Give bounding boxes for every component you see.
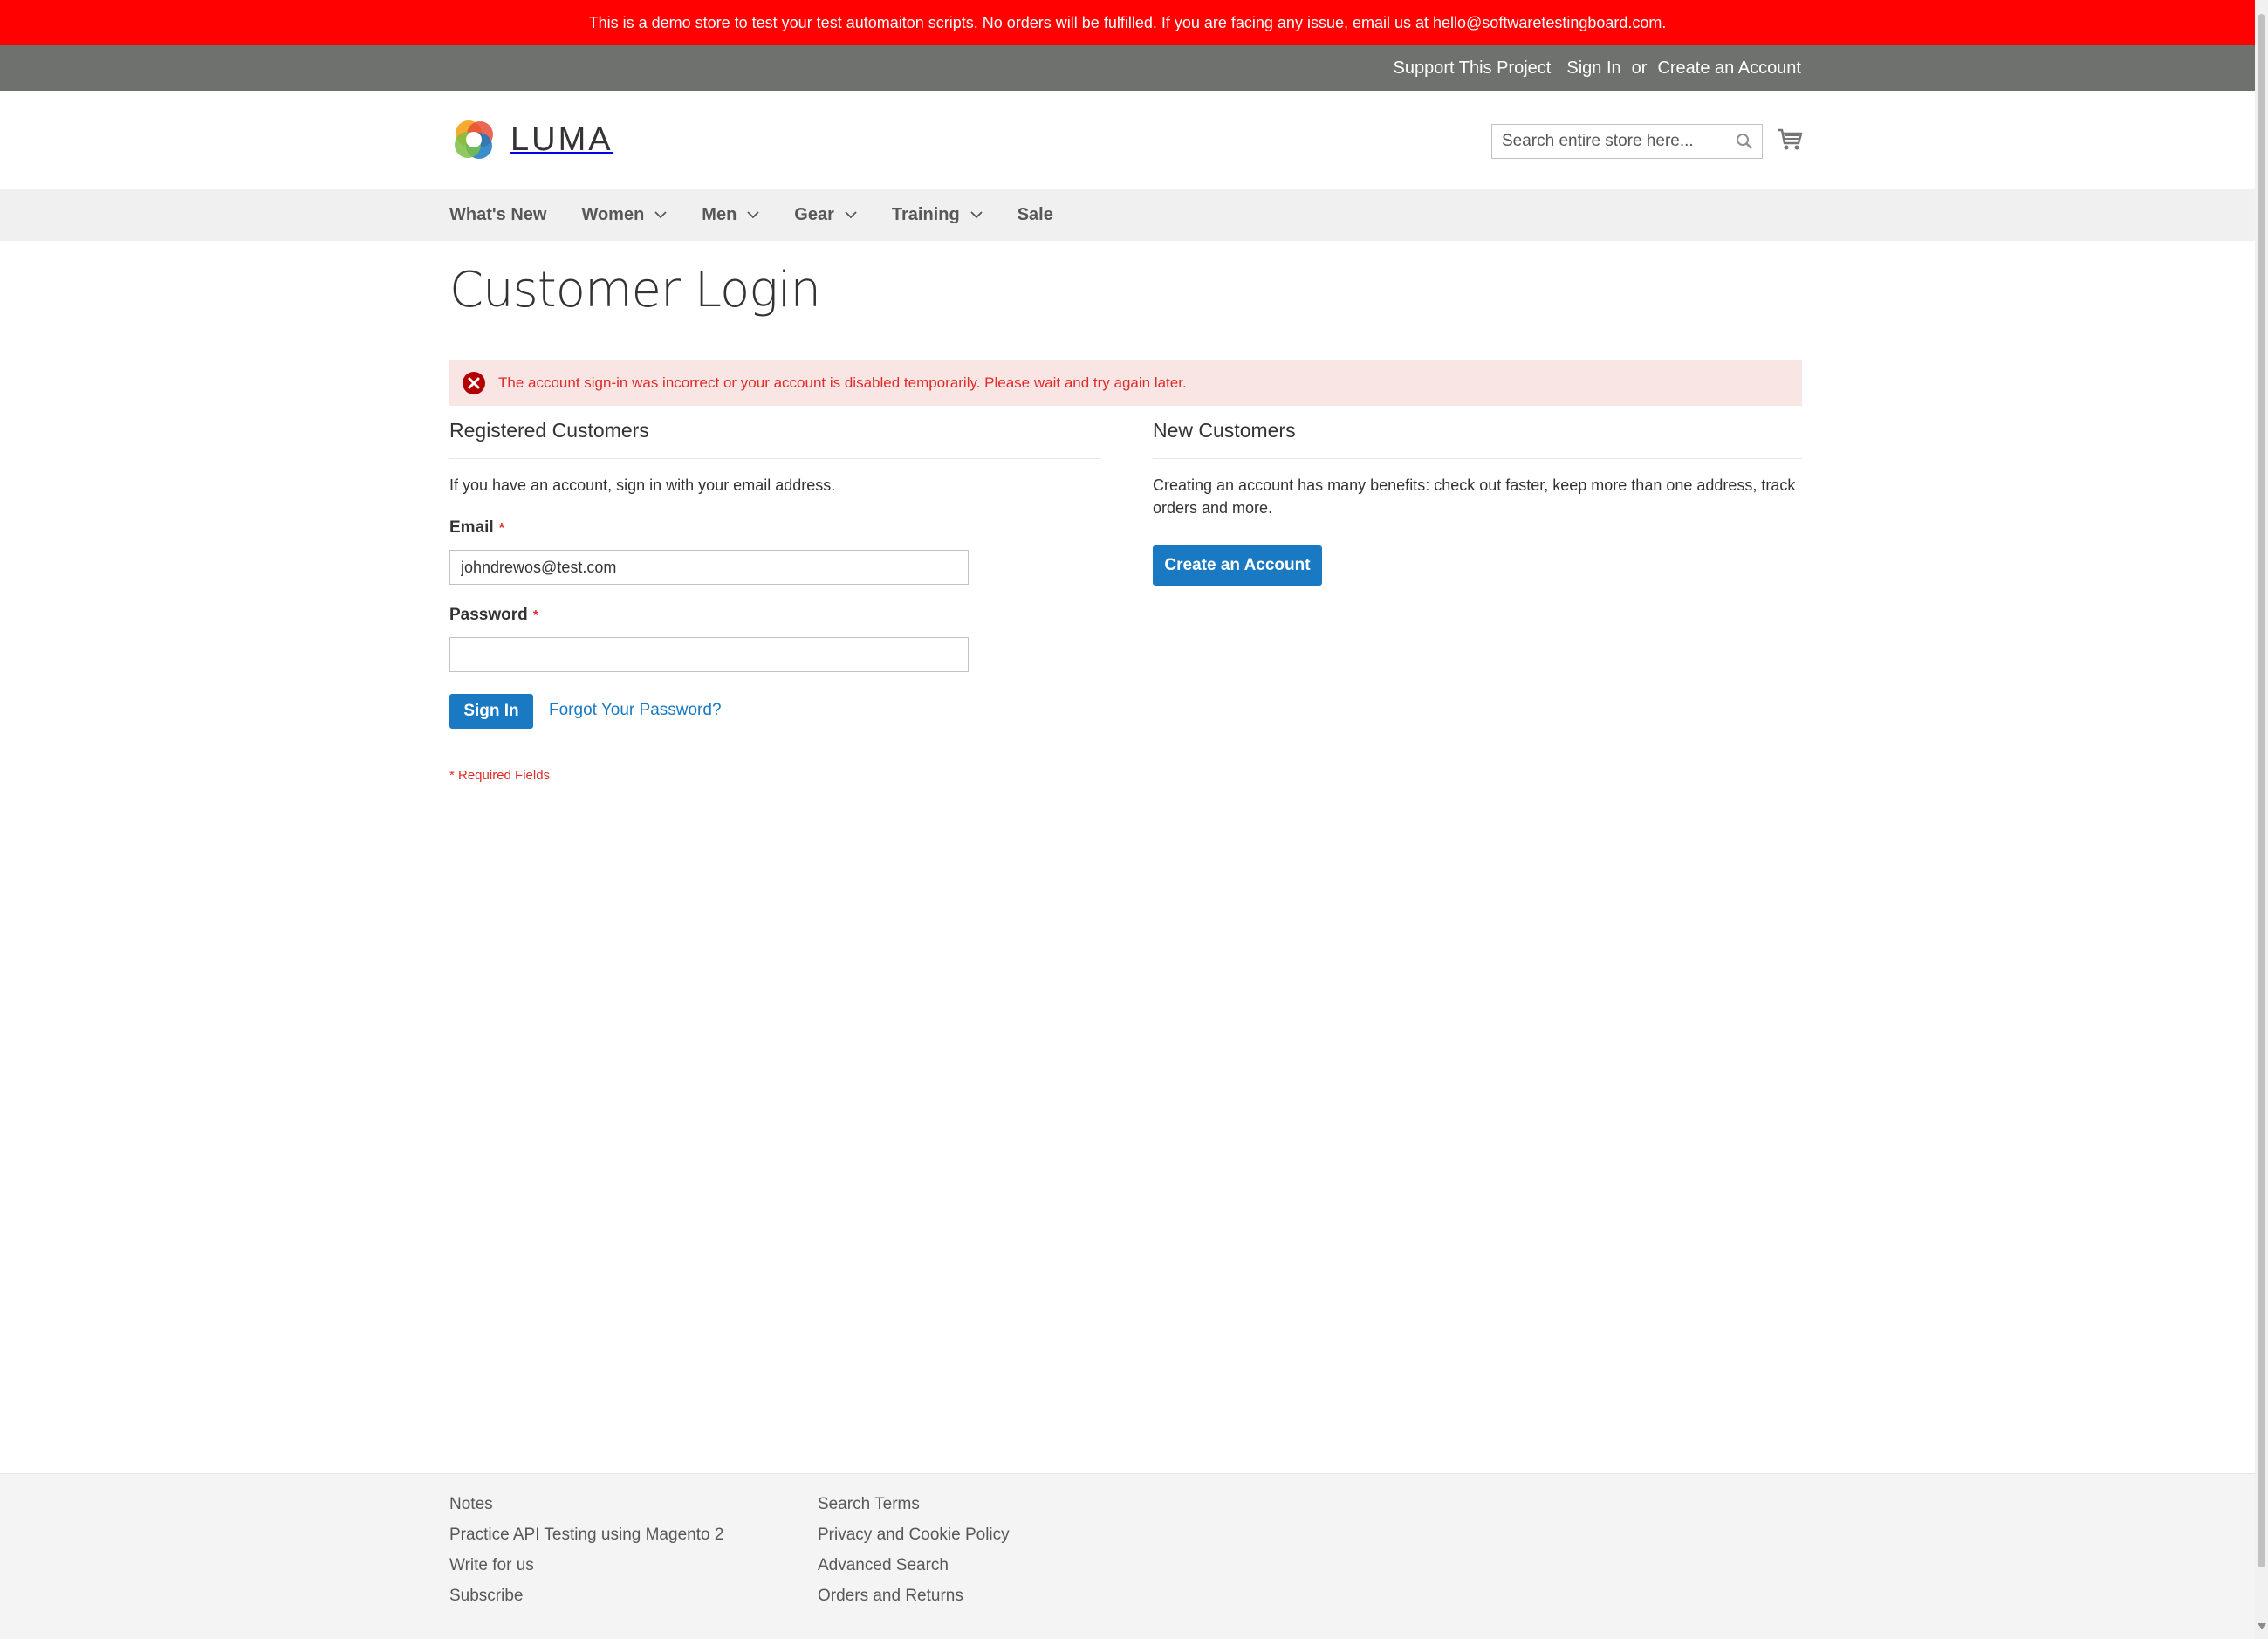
required-fields-note: * Required Fields: [449, 768, 551, 783]
footer-col-1: Notes Practice API Testing using Magento…: [449, 1495, 723, 1617]
footer-link-search-terms[interactable]: Search Terms: [818, 1495, 1010, 1526]
nav-item-whats-new[interactable]: What's New: [449, 205, 546, 225]
chevron-down-icon: [970, 211, 983, 219]
footer-link-advanced-search[interactable]: Advanced Search: [818, 1556, 1010, 1587]
demo-banner: This is a demo store to test your test a…: [0, 0, 2255, 45]
footer-link-privacy[interactable]: Privacy and Cookie Policy: [818, 1526, 1010, 1556]
vertical-scrollbar[interactable]: [2255, 0, 2268, 1639]
page: This is a demo store to test your test a…: [0, 0, 2255, 1639]
sign-in-link[interactable]: Sign In: [1566, 58, 1620, 79]
top-links-bar: Support This Project Sign In or Create a…: [0, 45, 2255, 91]
new-customers-divider: [1153, 458, 1802, 459]
cart-icon[interactable]: [1777, 127, 1803, 152]
nav-item-men[interactable]: Men: [702, 205, 759, 225]
password-label-text: Password: [449, 606, 528, 624]
support-project-link[interactable]: Support This Project: [1394, 58, 1552, 79]
email-field[interactable]: [449, 550, 969, 585]
nav-item-gear[interactable]: Gear: [794, 205, 857, 225]
password-label: Password *: [449, 606, 538, 625]
registered-divider: [449, 458, 1100, 459]
required-mark: *: [498, 521, 504, 536]
footer-link-subscribe[interactable]: Subscribe: [449, 1587, 723, 1617]
error-icon: [463, 371, 485, 394]
logo-text: LUMA: [510, 120, 613, 158]
search-box: [1491, 124, 1763, 159]
footer-col-2: Search Terms Privacy and Cookie Policy A…: [818, 1495, 1010, 1617]
chevron-down-icon: [845, 211, 857, 219]
registered-customers-title: Registered Customers: [449, 419, 649, 442]
footer-link-orders-returns[interactable]: Orders and Returns: [818, 1587, 1010, 1617]
nav-item-women[interactable]: Women: [581, 205, 667, 225]
create-account-button[interactable]: Create an Account: [1153, 545, 1322, 586]
chevron-down-icon: [654, 211, 667, 219]
nav-items: What's New Women Men Gear Training Sale: [449, 189, 1088, 241]
nav-item-label: Men: [702, 204, 737, 224]
forgot-password-link[interactable]: Forgot Your Password?: [549, 701, 722, 720]
search-input[interactable]: [1502, 132, 1729, 151]
nav-item-training[interactable]: Training: [892, 205, 983, 225]
or-separator: or: [1631, 58, 1648, 78]
luma-logo-icon: [455, 120, 493, 159]
error-message: The account sign-in was incorrect or you…: [449, 360, 1802, 406]
email-label-text: Email: [449, 518, 494, 537]
registered-intro: If you have an account, sign in with you…: [449, 477, 836, 494]
nav-item-label: Sale: [1017, 204, 1053, 224]
page-title: Customer Login: [449, 262, 821, 319]
footer: Notes Practice API Testing using Magento…: [0, 1473, 2255, 1639]
nav-item-label: Women: [581, 204, 645, 224]
password-field[interactable]: [449, 637, 969, 672]
demo-banner-text: This is a demo store to test your test a…: [588, 13, 1667, 31]
footer-link-write-for-us[interactable]: Write for us: [449, 1556, 723, 1587]
nav-item-sale[interactable]: Sale: [1018, 205, 1053, 225]
sign-in-button[interactable]: Sign In: [449, 694, 533, 729]
nav-item-label: Gear: [794, 204, 834, 224]
chevron-down-icon: [747, 211, 759, 219]
site-header: LUMA: [0, 91, 2255, 189]
email-label: Email *: [449, 518, 504, 538]
footer-link-notes[interactable]: Notes: [449, 1495, 723, 1526]
nav-item-label: What's New: [449, 204, 547, 224]
scrollbar-thumb[interactable]: [2258, 14, 2265, 1567]
scroll-down-arrow-icon[interactable]: [2258, 1623, 2266, 1629]
search-icon[interactable]: [1736, 133, 1753, 150]
nav-item-label: Training: [891, 204, 960, 224]
footer-link-practice-api[interactable]: Practice API Testing using Magento 2: [449, 1526, 723, 1556]
create-account-link[interactable]: Create an Account: [1657, 58, 1801, 79]
top-links: Support This Project Sign In or Create a…: [1394, 45, 1801, 91]
new-customers-text: Creating an account has many benefits: c…: [1153, 477, 1796, 517]
new-customers-title: New Customers: [1153, 419, 1296, 442]
error-message-text: The account sign-in was incorrect or you…: [498, 374, 1187, 391]
main-nav: What's New Women Men Gear Training Sale: [0, 189, 2255, 241]
logo[interactable]: LUMA: [449, 115, 613, 164]
required-mark: *: [532, 608, 538, 623]
